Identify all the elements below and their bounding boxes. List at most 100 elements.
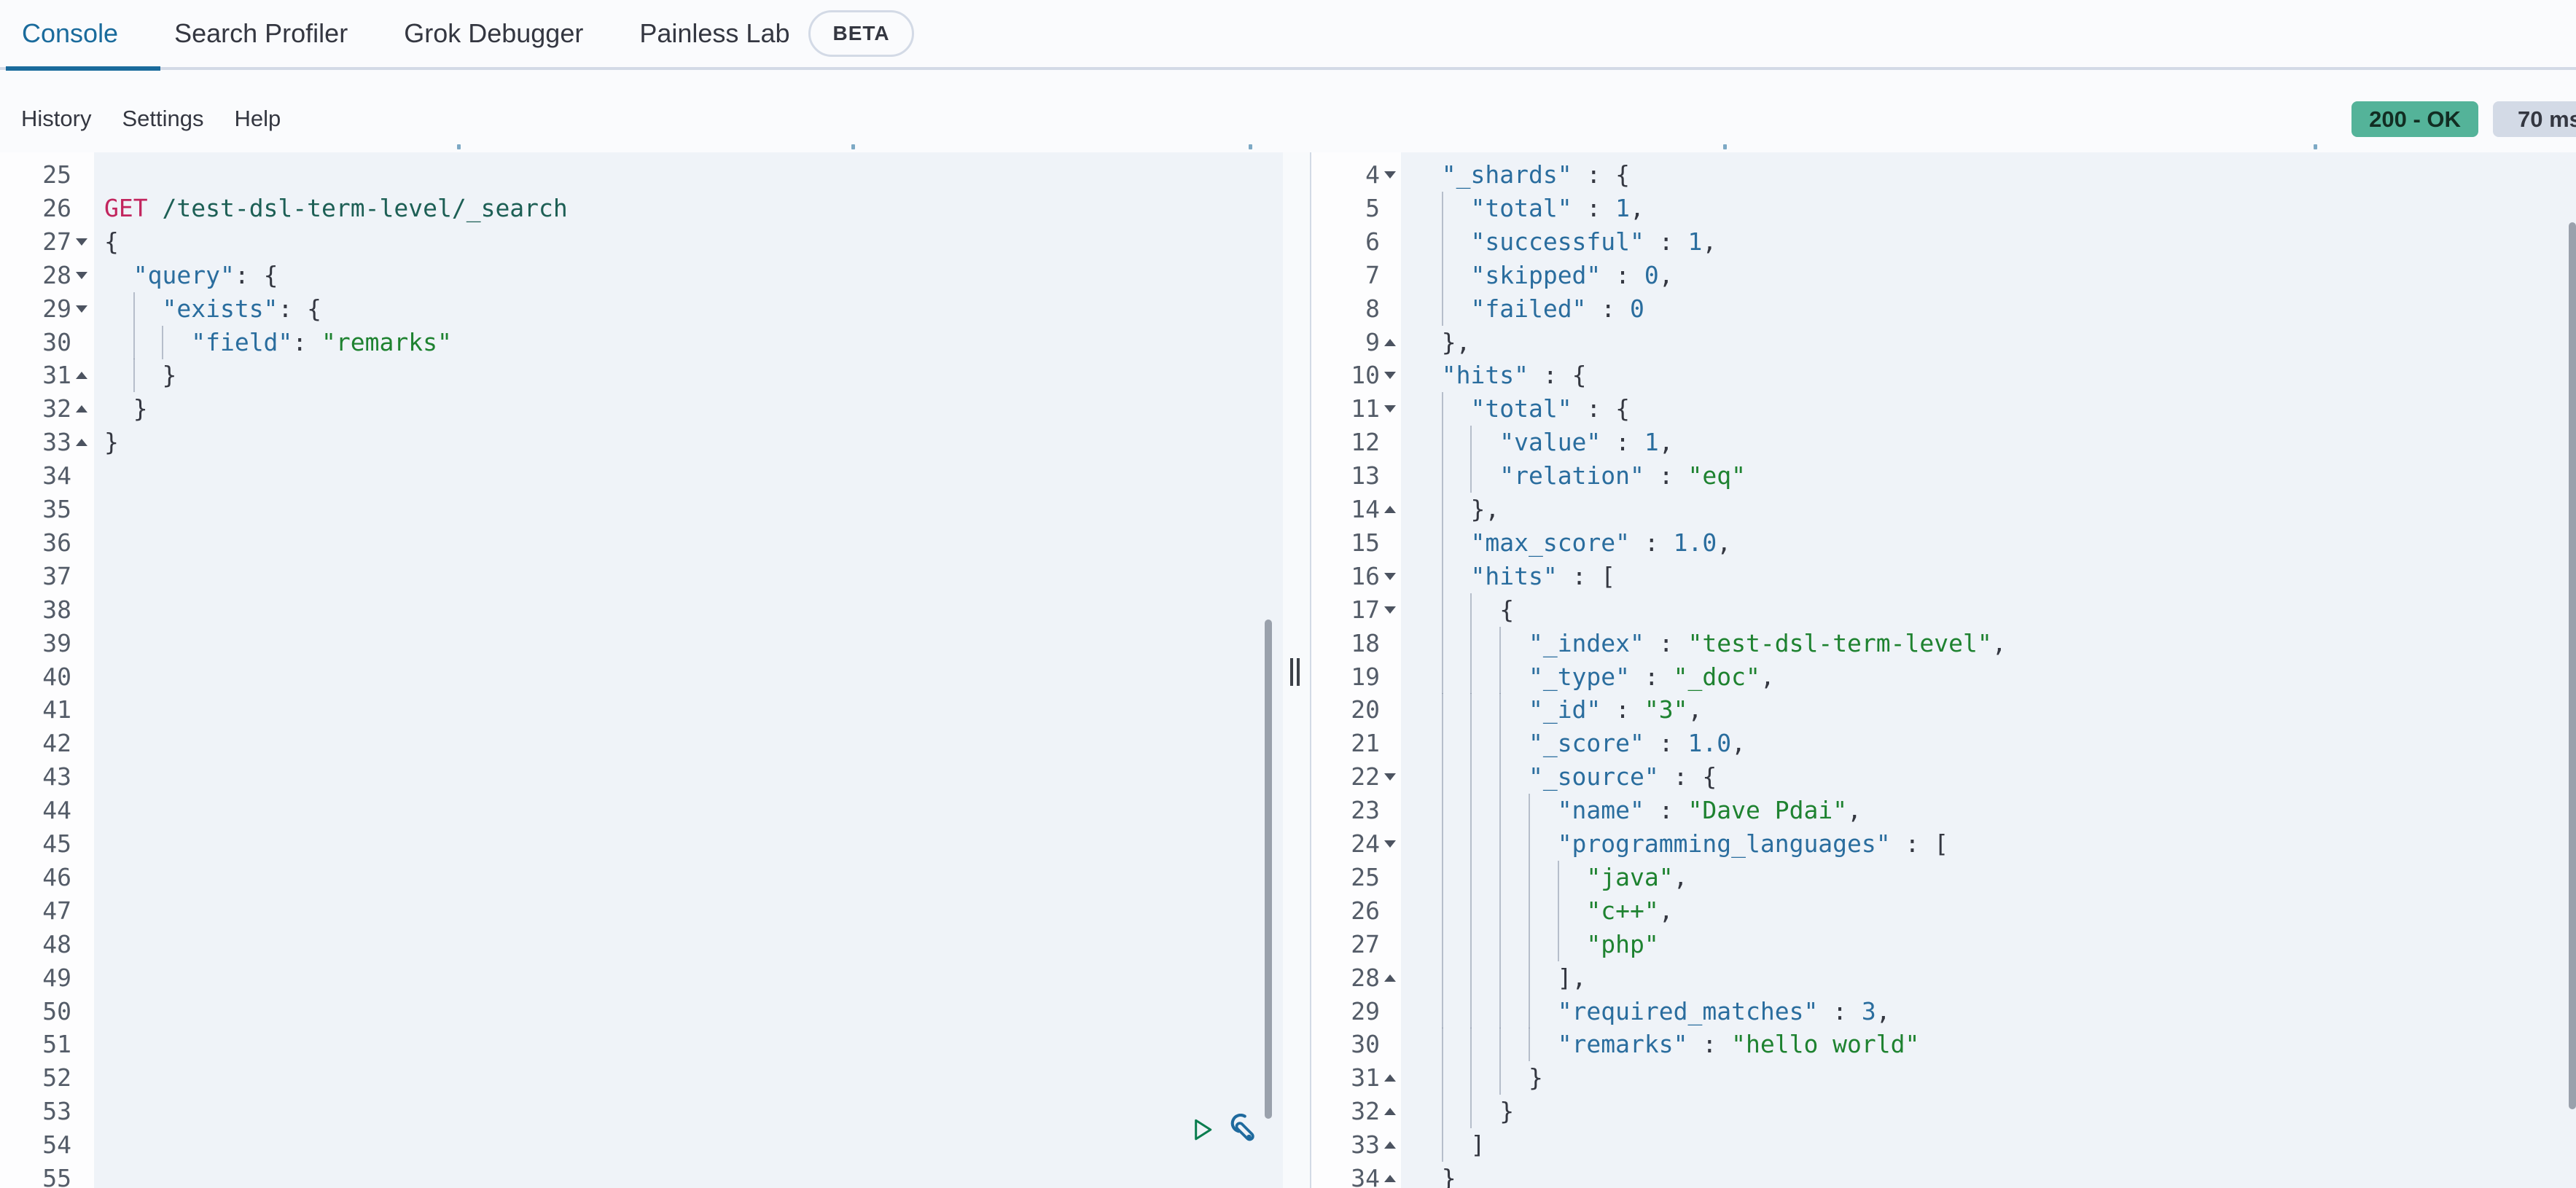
fold-expand-icon[interactable]	[76, 372, 87, 379]
line-number: 54	[0, 1128, 71, 1162]
tab-console[interactable]: Console	[22, 18, 118, 49]
line-number: 29	[0, 292, 71, 326]
code-line: "field": "remarks"	[104, 326, 452, 359]
fold-expand-icon[interactable]	[1384, 1141, 1396, 1149]
request-editor-scrollbar[interactable]	[1265, 620, 1272, 1119]
line-number: 28	[0, 259, 71, 292]
code-line: "required_matches" : 3,	[1413, 995, 1891, 1028]
code-line: GET /test-dsl-term-level/_search	[104, 192, 568, 225]
menu-history[interactable]: History	[21, 106, 91, 132]
clipped-line-fragment	[1723, 144, 1727, 149]
line-number: 37	[0, 560, 71, 593]
fold-collapse-icon[interactable]	[1384, 171, 1396, 179]
code-line: "remarks" : "hello world"	[1413, 1028, 1919, 1061]
code-line: "_source" : {	[1413, 760, 1717, 794]
code-line: "total" : {	[1413, 392, 1630, 426]
fold-expand-icon[interactable]	[1384, 1175, 1396, 1182]
panel-resize-handle[interactable]	[1290, 658, 1303, 686]
response-status-badge: 200 - OK	[2351, 101, 2478, 137]
line-number: 6	[1278, 225, 1380, 259]
code-line: "skipped" : 0,	[1413, 259, 1674, 292]
fold-expand-icon[interactable]	[1384, 339, 1396, 346]
console-menu-bar: History Settings Help	[0, 87, 1458, 149]
code-line: {	[1413, 593, 1514, 627]
fold-collapse-icon[interactable]	[1384, 405, 1396, 413]
fold-collapse-icon[interactable]	[1384, 573, 1396, 580]
tab-bar-divider	[0, 67, 2576, 70]
line-number: 36	[0, 526, 71, 560]
line-number: 27	[1278, 928, 1380, 961]
code-line: },	[1413, 493, 1499, 526]
fold-collapse-icon[interactable]	[1384, 840, 1396, 848]
line-number: 48	[0, 928, 71, 961]
line-number: 46	[0, 861, 71, 894]
fold-expand-icon[interactable]	[1384, 506, 1396, 513]
editors-area: 2526GET /test-dsl-term-level/_search27{2…	[0, 152, 2576, 1188]
tab-painless-lab[interactable]: Painless Lab BETA	[639, 10, 913, 57]
fold-collapse-icon[interactable]	[1384, 372, 1396, 379]
code-line: "hits" : {	[1413, 359, 1586, 392]
line-number: 27	[0, 225, 71, 259]
line-number: 7	[1278, 259, 1380, 292]
line-number: 38	[0, 593, 71, 627]
tab-grok-debugger[interactable]: Grok Debugger	[404, 18, 583, 49]
code-line: "_score" : 1.0,	[1413, 727, 1746, 760]
fold-collapse-icon[interactable]	[76, 272, 87, 279]
fold-expand-icon[interactable]	[1384, 1074, 1396, 1082]
beta-badge: BETA	[808, 10, 913, 57]
line-number: 52	[0, 1061, 71, 1095]
menu-help[interactable]: Help	[234, 106, 281, 132]
line-number: 32	[0, 392, 71, 426]
code-line: "_id" : "3",	[1413, 693, 1702, 727]
fold-expand-icon[interactable]	[1384, 1108, 1396, 1115]
code-line: "name" : "Dave Pdai",	[1413, 794, 1862, 827]
line-number: 22	[1278, 760, 1380, 794]
line-number: 35	[0, 493, 71, 526]
response-viewer-scrollbar[interactable]	[2569, 222, 2576, 1109]
code-line: }	[1413, 1095, 1514, 1128]
line-number: 40	[0, 660, 71, 694]
code-line: "relation" : "eq"	[1413, 459, 1746, 493]
line-number: 34	[0, 459, 71, 493]
line-number: 31	[0, 359, 71, 392]
code-line: "value" : 1,	[1413, 426, 1674, 459]
line-number: 18	[1278, 627, 1380, 660]
response-time-badge: 70 ms	[2493, 101, 2576, 137]
send-request-button[interactable]	[1193, 1117, 1214, 1146]
line-number: 51	[0, 1028, 71, 1061]
fold-expand-icon[interactable]	[76, 439, 87, 446]
line-number: 16	[1278, 560, 1380, 593]
play-icon	[1193, 1117, 1214, 1143]
line-number: 20	[1278, 693, 1380, 727]
line-number: 34	[1278, 1162, 1380, 1188]
clipped-line-fragment	[851, 144, 855, 149]
console-app: Console Search Profiler Grok Debugger Pa…	[0, 0, 2576, 1188]
line-number: 24	[1278, 827, 1380, 861]
wrench-icon	[1225, 1114, 1257, 1146]
line-number: 33	[0, 426, 71, 459]
line-number: 39	[0, 627, 71, 660]
code-line: "java",	[1413, 861, 1688, 894]
fold-collapse-icon[interactable]	[1384, 773, 1396, 781]
fold-expand-icon[interactable]	[76, 405, 87, 413]
fold-collapse-icon[interactable]	[1384, 606, 1396, 614]
line-number: 55	[0, 1162, 71, 1188]
code-line: ]	[1413, 1128, 1485, 1162]
line-number: 8	[1278, 292, 1380, 326]
fold-expand-icon[interactable]	[1384, 974, 1396, 982]
code-line: "query": {	[104, 259, 278, 292]
fold-collapse-icon[interactable]	[76, 238, 87, 246]
line-number: 53	[0, 1095, 71, 1128]
tab-search-profiler[interactable]: Search Profiler	[174, 18, 348, 49]
code-line: {	[104, 225, 119, 259]
menu-settings[interactable]: Settings	[122, 106, 203, 132]
code-rows-layer: 2526GET /test-dsl-term-level/_search27{2…	[0, 152, 2576, 1188]
code-line: "_index" : "test-dsl-term-level",	[1413, 627, 2007, 660]
code-line: "hits" : [	[1413, 560, 1615, 593]
request-options-button[interactable]	[1225, 1114, 1257, 1149]
code-line: "failed" : 0	[1413, 292, 1644, 326]
fold-collapse-icon[interactable]	[76, 305, 87, 313]
code-line: "c++",	[1413, 894, 1674, 928]
clipped-line-fragment	[1249, 144, 1252, 149]
code-line: "_shards" : {	[1413, 158, 1630, 192]
